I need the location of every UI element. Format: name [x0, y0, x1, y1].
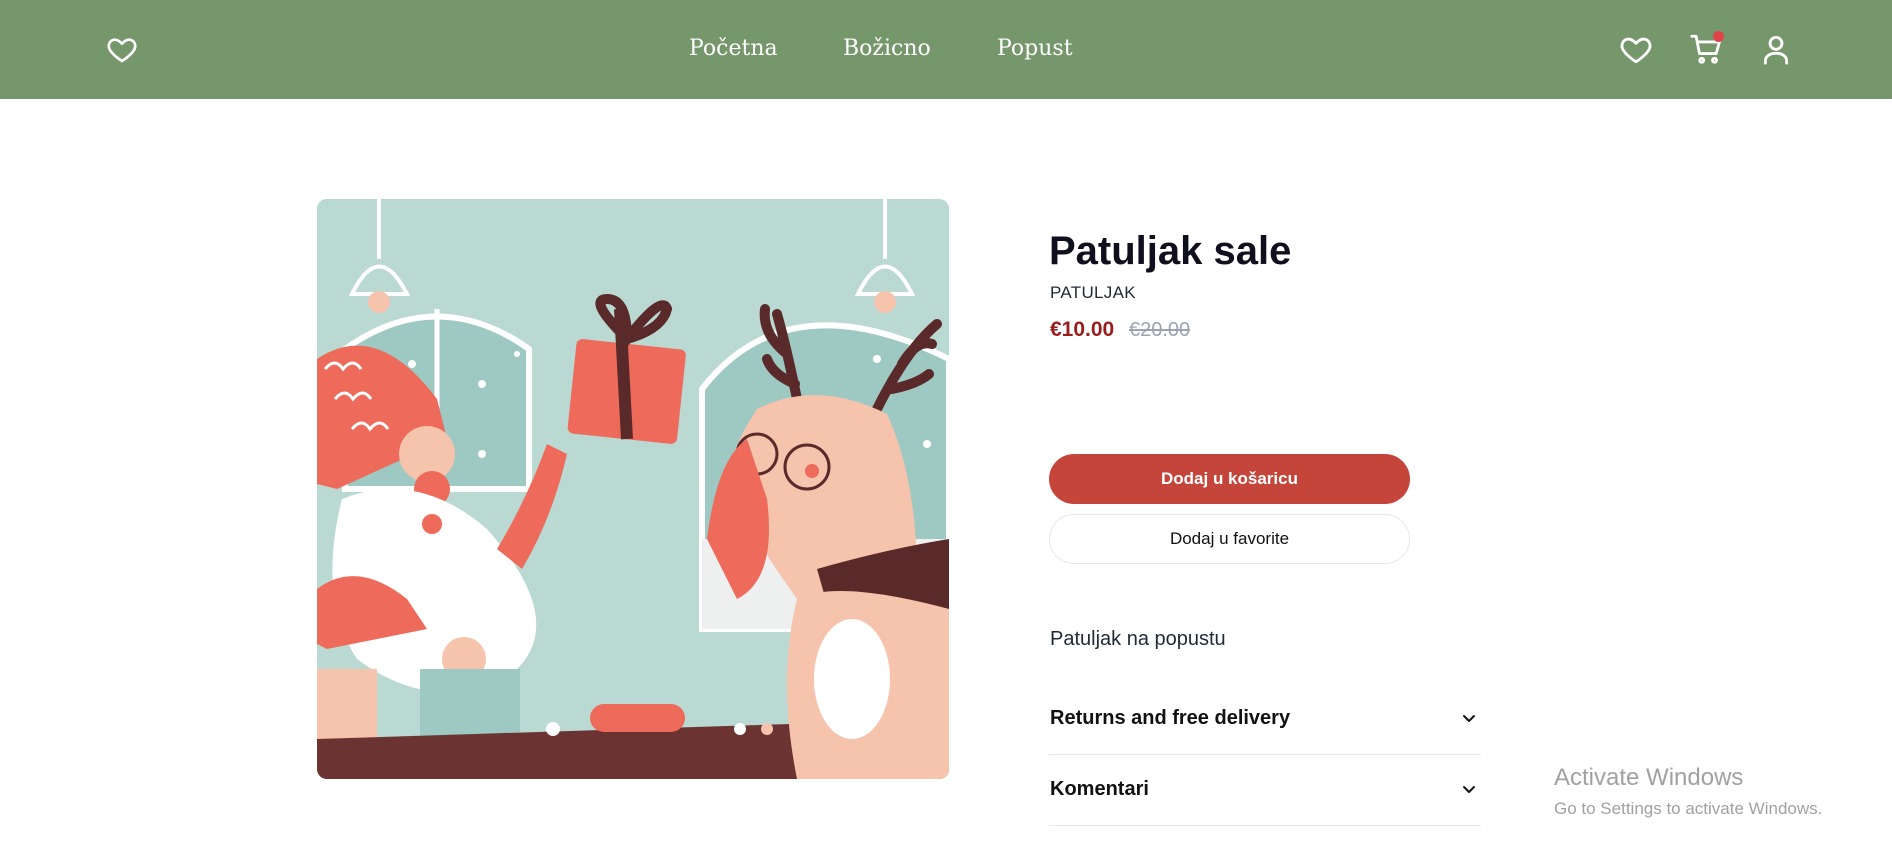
add-to-favorites-button[interactable]: Dodaj u favorite: [1049, 514, 1410, 564]
nav-link-bozicno[interactable]: Božicno: [843, 35, 931, 63]
accordion-label: Returns and free delivery: [1050, 707, 1291, 729]
nav-link-pocetna[interactable]: Početna: [689, 35, 778, 63]
cart-notification-dot: [1713, 31, 1724, 42]
windows-activation-subtitle: Go to Settings to activate Windows.: [1554, 799, 1823, 818]
product-old-price: €20.00: [1129, 319, 1191, 341]
product-brand: PATULJAK: [1050, 283, 1136, 302]
site-header: Početna Božicno Popust: [0, 0, 1892, 99]
main-nav: Početna Božicno Popust: [0, 0, 1892, 99]
add-to-cart-button[interactable]: Dodaj u košaricu: [1049, 454, 1410, 504]
heart-icon[interactable]: [1619, 32, 1653, 66]
product-image: [317, 199, 949, 779]
accordion-returns-delivery[interactable]: Returns and free delivery: [1049, 684, 1481, 755]
accordion-komentari[interactable]: Komentari: [1049, 755, 1481, 826]
product-description: Patuljak na popustu: [1050, 628, 1226, 650]
chevron-down-icon: [1463, 786, 1475, 793]
windows-activation-title: Activate Windows: [1554, 764, 1744, 791]
gnome-reindeer-illustration: [317, 199, 949, 779]
product-title: Patuljak sale: [1049, 229, 1292, 273]
nav-link-popust[interactable]: Popust: [997, 35, 1073, 63]
product-price: €10.00: [1050, 318, 1115, 341]
chevron-down-icon: [1463, 715, 1475, 722]
accordion-label: Komentari: [1050, 778, 1149, 800]
user-icon[interactable]: [1759, 32, 1793, 66]
